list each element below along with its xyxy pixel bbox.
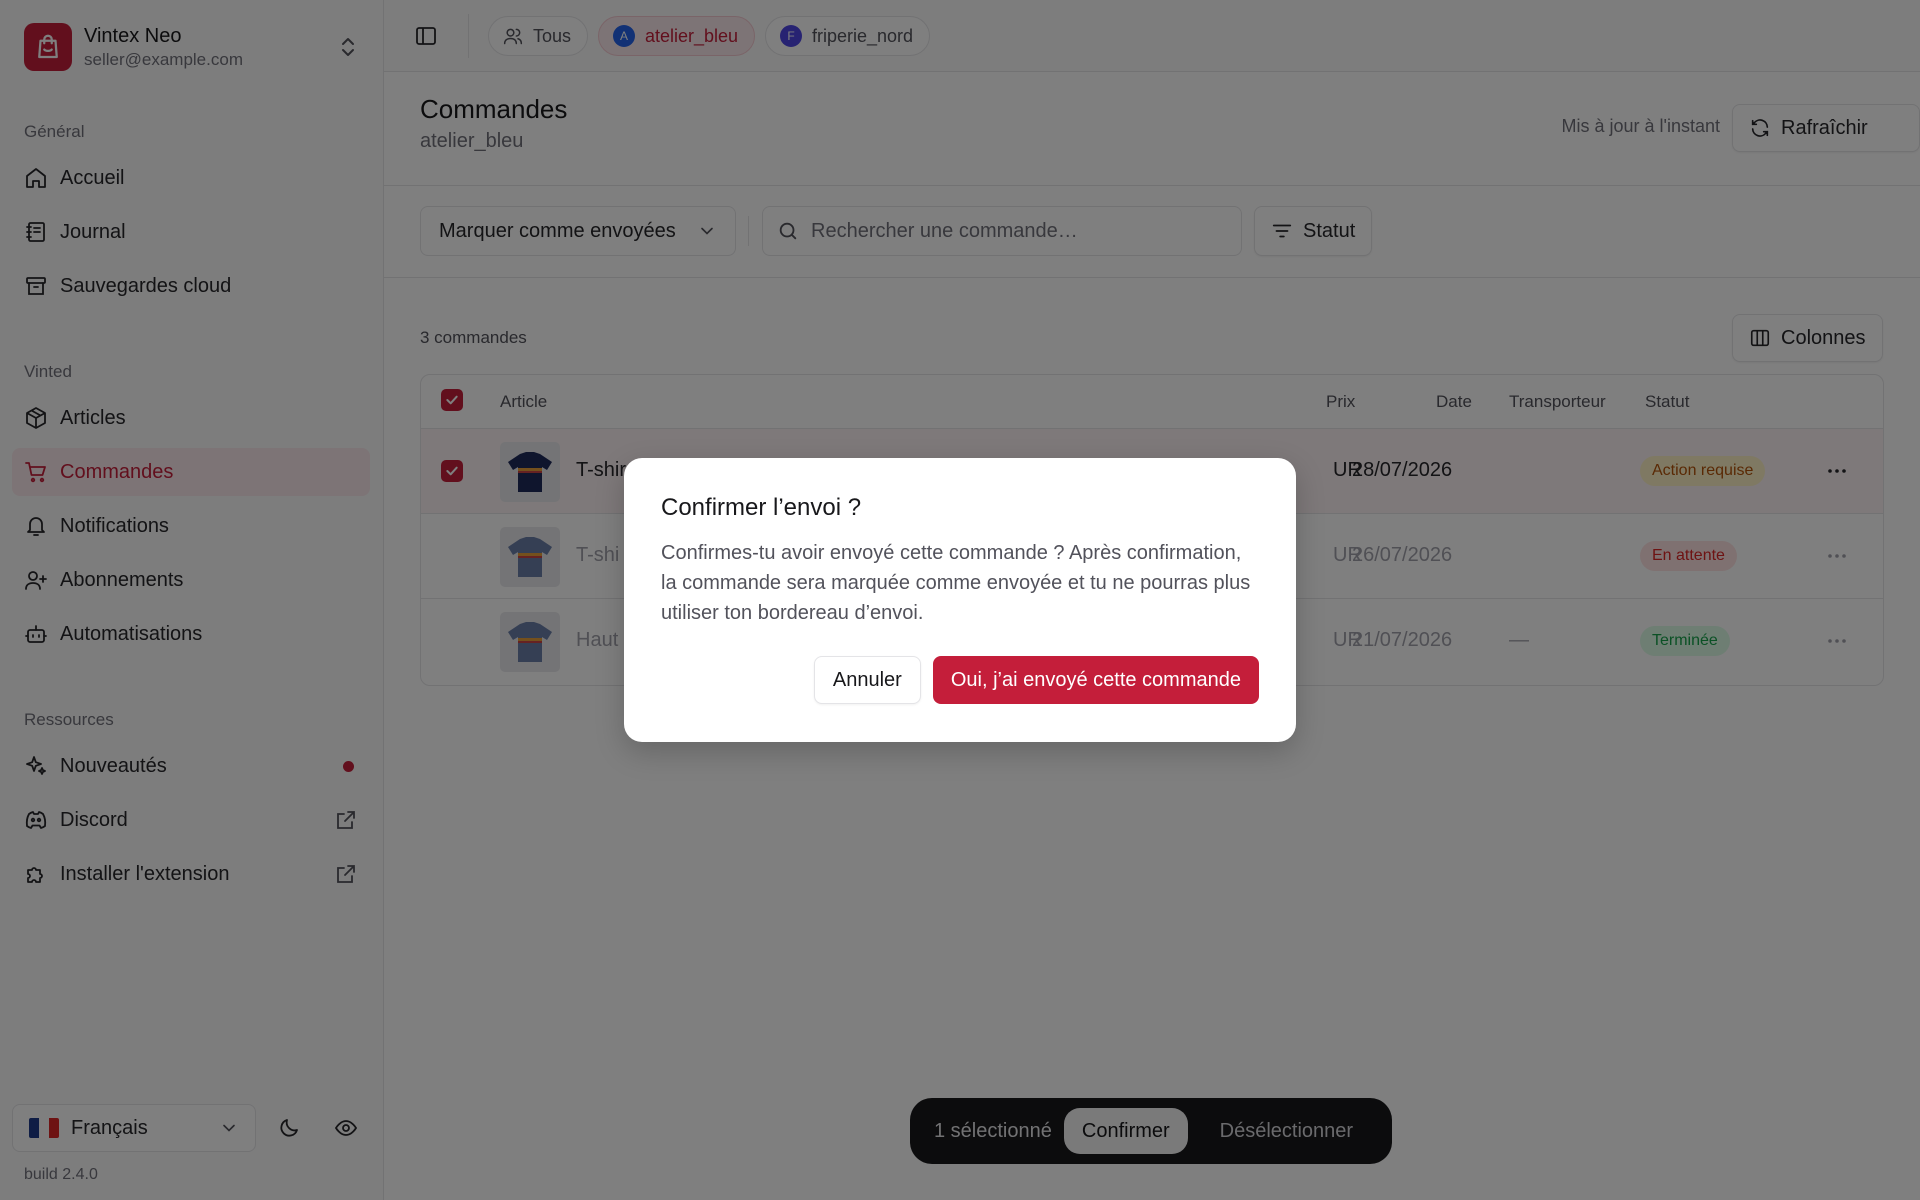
- confirm-shipment-dialog: Confirmer l’envoi ? Confirmes-tu avoir e…: [624, 458, 1296, 742]
- dialog-title: Confirmer l’envoi ?: [661, 494, 862, 521]
- dialog-description: Confirmes-tu avoir envoyé cette commande…: [661, 542, 1251, 624]
- confirm-shipment-button[interactable]: Oui, j’ai envoyé cette commande: [932, 656, 1259, 704]
- dialog-actions: Annuler Oui, j’ai envoyé cette commande: [813, 656, 1259, 704]
- cancel-button[interactable]: Annuler: [813, 656, 921, 704]
